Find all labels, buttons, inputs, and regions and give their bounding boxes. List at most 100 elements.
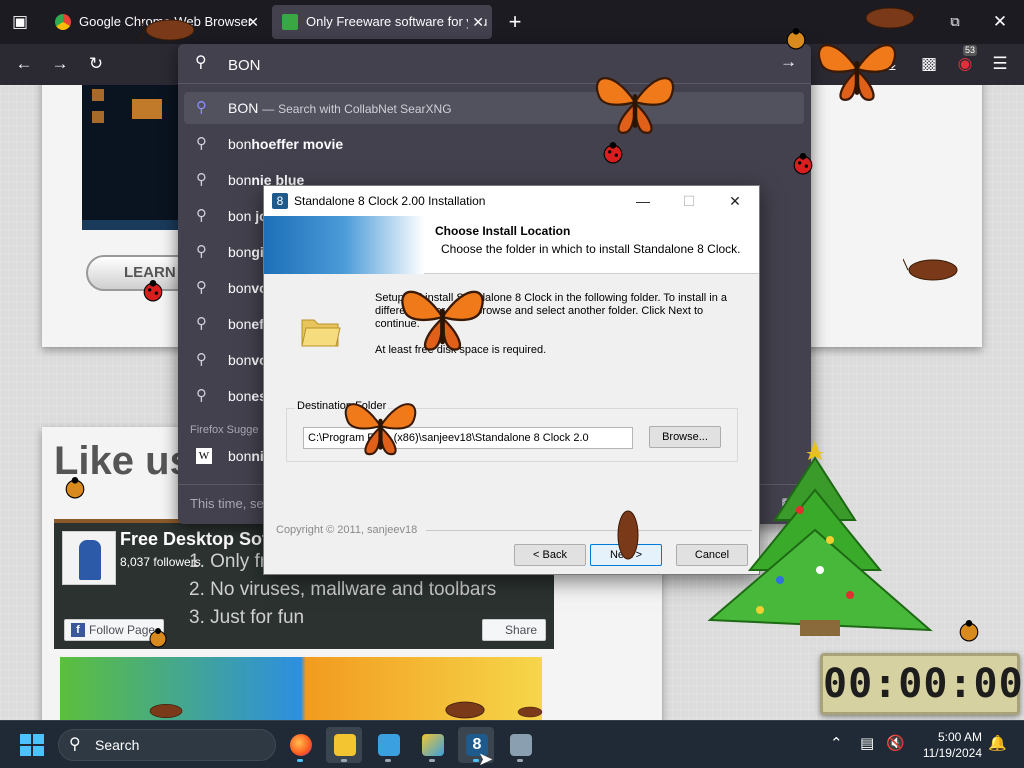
ladybug-icon — [65, 477, 85, 499]
notification-bell-icon[interactable]: 🔔 — [988, 734, 1007, 752]
tab-freeware[interactable]: Only Freeware software for you ✕ — [272, 5, 492, 39]
wikipedia-icon: W — [196, 448, 212, 464]
search-icon: ⚲ — [196, 171, 207, 188]
windows-start-icon[interactable] — [20, 734, 44, 756]
facebook-cover-line-2: 2. No viruses, mallware and toolbars — [189, 579, 497, 600]
installer-taskbar-icon[interactable] — [502, 727, 538, 763]
suggestion-prefix: bon — [228, 244, 252, 260]
close-tab-icon[interactable]: ✕ — [247, 5, 259, 39]
taskbar-time: 5:00 AM — [937, 730, 982, 744]
ladybug-icon — [959, 620, 979, 642]
suggestion-action: Search with CollabNet SearXNG — [278, 102, 452, 116]
cockroach-icon — [903, 258, 958, 281]
search-icon: ⚲ — [196, 207, 207, 224]
suggestion-prefix: bon — [228, 316, 252, 332]
chrome-favicon-icon — [55, 14, 71, 30]
suggestion-completion: gi — [251, 244, 264, 260]
desktop-clock-widget[interactable]: 00:00:00 — [820, 653, 1023, 715]
desktop-icon — [132, 99, 162, 119]
file-explorer-taskbar-icon[interactable] — [326, 727, 362, 763]
search-icon: ⚲ — [195, 54, 207, 71]
chevron-up-icon[interactable]: ⌃ — [830, 734, 843, 752]
firefox-taskbar-icon[interactable] — [282, 727, 318, 763]
search-icon: ⚲ — [196, 315, 207, 332]
volume-muted-icon[interactable]: 🔇 — [886, 734, 905, 752]
cockroach-icon — [140, 18, 195, 42]
cockroach-icon — [617, 510, 639, 560]
back-button[interactable]: < Back — [514, 544, 586, 566]
suggestion-separator: — — [262, 102, 275, 116]
suggestion-completion: ni — [251, 448, 264, 464]
suggestion-prefix: bon — [228, 172, 252, 188]
cockroach-icon — [865, 6, 920, 29]
butterfly-icon — [596, 76, 674, 134]
network-icon[interactable]: ▤ — [860, 734, 874, 752]
search-icon: ⚲ — [196, 243, 207, 260]
tab-overview-icon[interactable]: ▣ — [5, 7, 35, 37]
suggestion-prefix: bon — [228, 448, 252, 464]
taskbar-date: 11/19/2024 — [922, 746, 982, 760]
copyright-text: Copyright © 2011, sanjeev18 — [276, 524, 418, 536]
suggestion-search-engine[interactable]: ⚲ BON — Search with CollabNet SearXNG — [184, 92, 804, 124]
ladybug-icon — [143, 280, 163, 302]
go-arrow-icon[interactable]: → — [780, 52, 797, 72]
download-favicon-icon — [282, 14, 298, 30]
search-icon: ⚲ — [196, 135, 207, 152]
app-taskbar-icon[interactable] — [370, 727, 406, 763]
taskbar: ⚲ Search 8 ➤ ⌃ ▤ 🔇 5:00 AM 11/19/2024 🔔 — [0, 720, 1024, 768]
paint-taskbar-icon[interactable] — [414, 727, 450, 763]
ladybug-icon — [603, 142, 623, 164]
facebook-cover-line-3: 3. Just for fun — [189, 607, 305, 628]
close-icon[interactable]: ✕ — [712, 186, 758, 216]
ladybug-icon — [786, 28, 806, 50]
page-avatar[interactable] — [62, 531, 116, 585]
search-icon: ⚲ — [69, 736, 81, 753]
extension-count-badge: 53 — [963, 45, 978, 56]
app-8-icon: 8 — [272, 193, 288, 209]
tab-freeware-label: Only Freeware software for you — [306, 14, 488, 29]
search-icon: ⚲ — [196, 387, 207, 404]
suggestion-completion: hoeffer movie — [251, 136, 344, 152]
back-arrow-icon[interactable]: ← — [9, 49, 39, 79]
dialog-titlebar[interactable]: 8 Standalone 8 Clock 2.00 Installation —… — [264, 186, 759, 216]
suggestion-item[interactable]: ⚲ bonhoeffer movie — [184, 128, 804, 160]
maximize-icon: ☐ — [682, 193, 696, 209]
taskbar-clock[interactable]: 5:00 AM 11/19/2024 — [923, 729, 982, 761]
firefox-suggest-heading: Firefox Sugge — [190, 424, 259, 436]
suggestion-prefix: bon — [228, 280, 252, 296]
installer-dialog: 8 Standalone 8 Clock 2.00 Installation —… — [263, 185, 760, 575]
christmas-tree-icon — [707, 440, 933, 636]
suggestion-completion: ef — [251, 316, 264, 332]
cockroach-icon — [149, 704, 183, 718]
suggestion-prefix: bon — [228, 352, 252, 368]
close-tab-icon[interactable]: ✕ — [468, 5, 484, 39]
share-button[interactable]: Share — [481, 619, 546, 641]
folder-icon — [301, 319, 341, 347]
suggestion-query: BON — [228, 100, 259, 116]
suggestion-prefix: bon — [228, 208, 256, 224]
reload-icon[interactable]: ↻ — [81, 49, 111, 79]
ublock-extension-icon[interactable]: ◉ 53 — [950, 45, 980, 79]
urlbar: ⚲ → — [178, 44, 811, 84]
dialog-title: Standalone 8 Clock 2.00 Installation — [294, 194, 486, 208]
dialog-heading: Choose Install Location — [435, 224, 571, 238]
restore-window-icon[interactable]: ⧉ — [940, 7, 970, 37]
desktop-icon — [92, 111, 104, 123]
new-tab-icon[interactable]: + — [500, 7, 530, 37]
extensions-icon[interactable]: ▩ — [914, 49, 944, 79]
minimize-icon[interactable]: — — [620, 186, 666, 216]
menu-hamburger-icon[interactable]: ☰ — [985, 49, 1015, 79]
facebook-page-name[interactable]: Free Desktop Soft — [120, 529, 274, 550]
search-icon: ⚲ — [196, 279, 207, 296]
taskbar-search[interactable]: ⚲ Search — [58, 729, 276, 761]
search-icon: ⚲ — [196, 351, 207, 368]
close-window-icon[interactable]: ✕ — [985, 7, 1015, 37]
cockroach-icon — [445, 701, 485, 719]
dialog-header: Choose Install Location Choose the folde… — [264, 216, 759, 274]
suggestion-prefix: bon — [228, 136, 252, 152]
forward-arrow-icon[interactable]: → — [45, 49, 75, 79]
ladybug-icon — [149, 628, 167, 648]
taskbar-search-label: Search — [95, 737, 140, 753]
butterfly-icon — [344, 403, 417, 456]
dialog-subheading: Choose the folder in which to install St… — [441, 242, 741, 256]
